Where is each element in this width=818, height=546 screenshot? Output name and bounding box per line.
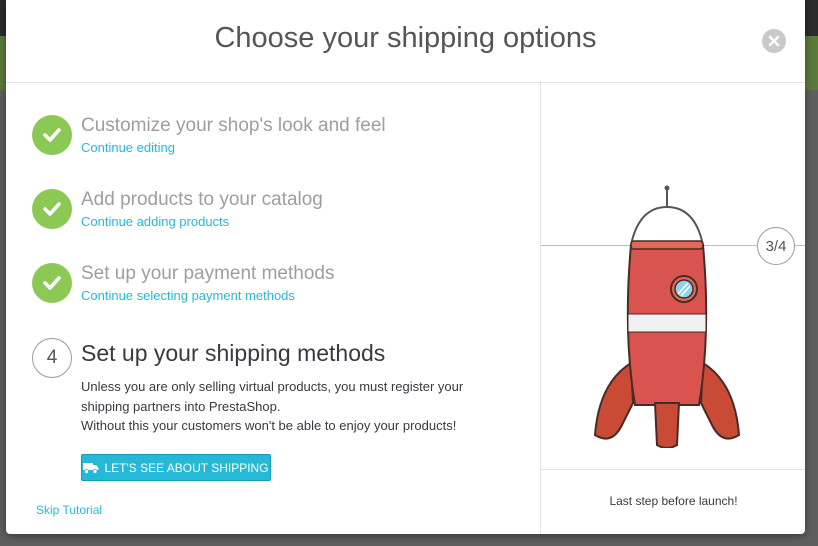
shipping-button[interactable]: LET'S SEE ABOUT SHIPPING: [81, 454, 271, 481]
modal-header: Choose your shipping options: [6, 0, 805, 83]
description-line: shipping partners into PrestaShop.: [81, 398, 281, 414]
onboarding-modal: Choose your shipping options Customize y…: [6, 0, 805, 534]
shipping-button-label: LET'S SEE ABOUT SHIPPING: [104, 460, 269, 475]
description-line: Unless you are only selling virtual prod…: [81, 379, 464, 394]
continue-editing-link[interactable]: Continue editing: [81, 140, 175, 155]
checkmark-icon: [32, 115, 72, 155]
step-title: Customize your shop's look and feel: [81, 115, 386, 136]
step-title: Set up your payment methods: [81, 263, 335, 284]
checkmark-icon: [32, 189, 72, 229]
close-button[interactable]: [762, 29, 786, 53]
progress-badge: 3/4: [757, 227, 795, 265]
truck-icon: [83, 462, 99, 474]
current-step-title: Set up your shipping methods: [81, 340, 386, 366]
modal-title: Choose your shipping options: [214, 22, 597, 54]
continue-adding-products-link[interactable]: Continue adding products: [81, 214, 229, 229]
step-title: Add products to your catalog: [81, 189, 323, 210]
launch-message: Last step before launch!: [609, 494, 738, 508]
step-number: 4: [32, 338, 72, 378]
description-line: Without this your customers won't be abl…: [81, 418, 457, 433]
illustration-panel: 3/4 Last step before launch!: [540, 83, 805, 534]
close-icon: [768, 35, 780, 47]
divider: [541, 469, 805, 470]
current-step-description: Unless you are only selling virtual prod…: [81, 377, 521, 436]
rocket-illustration: [593, 185, 741, 448]
continue-payment-methods-link[interactable]: Continue selecting payment methods: [81, 288, 295, 303]
skip-tutorial-link[interactable]: Skip Tutorial: [36, 503, 102, 517]
steps-panel: Customize your shop's look and feel Cont…: [6, 83, 540, 534]
checkmark-icon: [32, 263, 72, 303]
